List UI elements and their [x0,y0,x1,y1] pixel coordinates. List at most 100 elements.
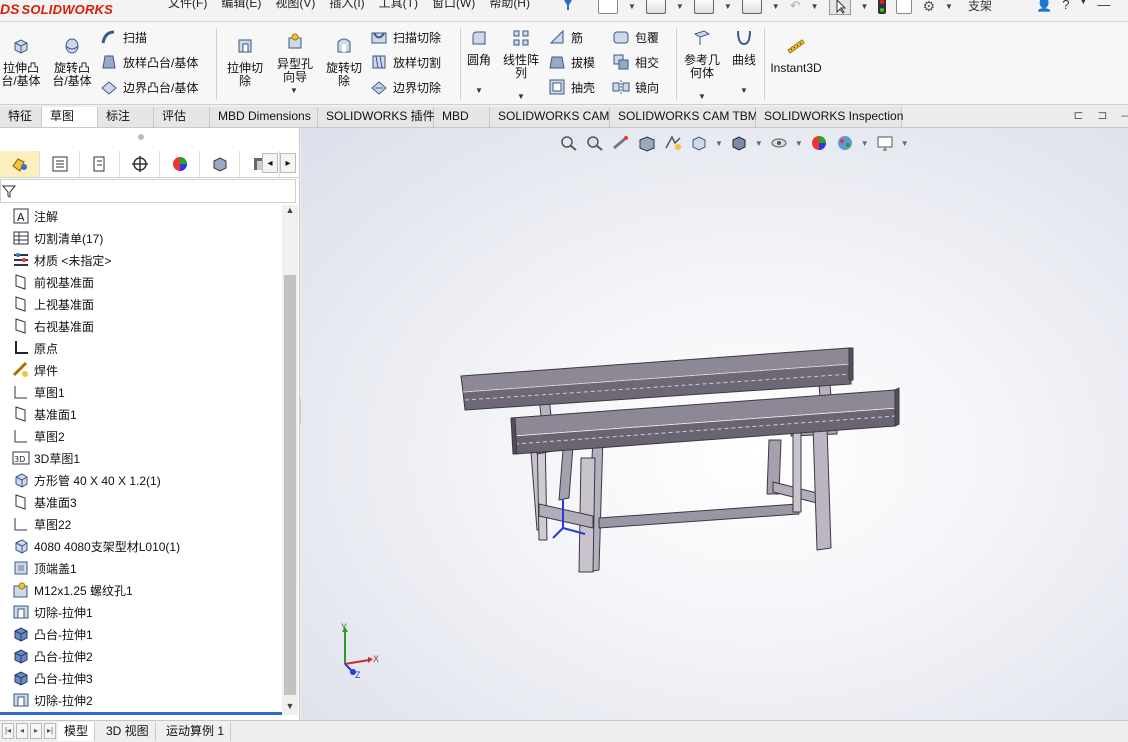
loft-boss-button[interactable]: 放样凸台/基体 [100,53,198,71]
tree-item[interactable]: 凸台-拉伸1 [12,623,282,645]
chevron-down-icon[interactable]: ▼ [945,2,953,11]
chevron-down-icon[interactable]: ▼ [740,84,748,97]
tab-3d-view[interactable]: 3D 视图 [100,722,156,741]
tree-item[interactable]: 草图22 [12,513,282,535]
chevron-left-icon[interactable]: ◂ [262,153,278,173]
tree-item[interactable]: 材质 <未指定> [12,249,282,271]
chevron-down-icon[interactable]: ▼ [724,2,732,11]
chevron-down-icon[interactable]: ▼ [628,2,636,11]
chevron-down-icon[interactable]: ▼ [772,2,780,11]
tree-item[interactable]: 切除-拉伸1 [12,601,282,623]
chevron-down-icon[interactable]: ▼ [698,90,706,103]
sweep-button[interactable]: 扫描 [100,28,147,46]
hole-wizard-button[interactable]: 异型孔 向导 ▼ [272,32,318,95]
tab-evaluate[interactable]: 评估 [154,107,210,127]
display-manager-tab[interactable] [160,150,200,177]
scroll-up-icon[interactable]: ▲ [282,205,298,219]
fillet-button[interactable]: 圆角 ▼ [464,28,494,95]
minimize-icon[interactable]: – [1121,108,1128,122]
curves-button[interactable]: 曲线 ▼ [728,28,760,95]
gear-icon[interactable]: ⚙ [922,0,935,15]
boundary-boss-button[interactable]: 边界凸台/基体 [100,78,198,96]
tab-solidworks-inspection[interactable]: SOLIDWORKS Inspection [756,107,903,127]
cam-feature-tree-tab[interactable] [200,150,240,177]
save-icon[interactable] [693,0,714,14]
revolve-boss-button[interactable]: 旋转凸 台/基体 [50,36,94,88]
tab-solidworks-cam[interactable]: SOLIDWORKS CAM [490,107,610,127]
chevron-down-icon[interactable]: ▼ [1079,0,1087,13]
tree-item[interactable]: 切除-拉伸2 [12,689,282,711]
mirror-button[interactable]: 镜向 [612,78,659,96]
tree-item[interactable]: 原点 [12,337,282,359]
reference-geometry-button[interactable]: 参考几 何体 ▼ [680,28,724,101]
tree-item[interactable]: 草图1 [12,381,282,403]
tab-solidworks-addins[interactable]: SOLIDWORKS 插件 [318,107,435,127]
graphics-area[interactable]: ▼ ▼ ▼ ▼ ▼ Y X Z [301,128,1128,720]
extrude-boss-button[interactable]: 拉伸凸 台/基体 [0,36,42,88]
wrap-button[interactable]: 包覆 [612,28,659,46]
chevron-down-icon[interactable]: ▼ [811,2,819,11]
tab-mbd-dimensions[interactable]: MBD Dimensions [210,107,318,127]
tab-solidworks-cam-tbm[interactable]: SOLIDWORKS CAM TBM [610,107,758,127]
swept-cut-button[interactable]: 扫描切除 [370,28,441,46]
chevron-right-icon[interactable]: ▸ [280,153,296,173]
chevron-down-icon[interactable]: ▼ [861,2,869,11]
tab-markup[interactable]: 标注 [98,107,154,127]
lofted-cut-button[interactable]: 放样切割 [370,53,441,71]
menu-view[interactable]: 视图(V) [275,0,315,10]
tree-item[interactable]: 基准面1 [12,403,282,425]
menu-help[interactable]: 帮助(H) [489,0,530,10]
menu-file[interactable]: 文件(F) [168,0,207,10]
solidworks-logo[interactable]: DS SOLIDWORKS [0,0,140,18]
scroll-down-icon[interactable]: ▼ [282,701,298,715]
tree-filter[interactable] [0,179,296,203]
tree-item[interactable]: 顶端盖1 [12,557,282,579]
tree-item[interactable]: 草图2 [12,425,282,447]
tree-item[interactable]: 3D 3D草图1 [12,447,282,469]
first-tab-icon[interactable]: |◂ [2,723,14,739]
tree-item[interactable]: 凸台-拉伸3 [12,667,282,689]
open-icon[interactable] [645,0,666,14]
tab-model[interactable]: 模型 [58,722,96,741]
chevron-down-icon[interactable]: ▼ [517,90,525,103]
menu-window[interactable]: 窗口(W) [432,0,475,10]
tree-item[interactable]: A 注解 [12,205,282,227]
undo-icon[interactable]: ↶ [790,0,801,14]
prev-tab-icon[interactable]: ◂ [16,723,28,739]
next-tab-icon[interactable]: ▸ [30,723,42,739]
tree-scrollbar[interactable]: ▲ ▼ [282,205,298,715]
select-arrow-icon[interactable] [828,0,851,15]
tab-mbd[interactable]: MBD [434,107,490,127]
shell-button[interactable]: 抽壳 [548,78,595,96]
menu-insert[interactable]: 插入(I) [329,0,364,10]
tree-item[interactable]: 4080 4080支架型材L010(1) [12,535,282,557]
tab-motion-study[interactable]: 运动算例 1 [160,722,232,741]
tree-rollback-bar[interactable] [0,712,282,715]
bracket-frame-model[interactable] [301,128,1128,720]
tab-sketch[interactable]: 草图 [42,107,98,127]
tab-features[interactable]: 特征 [0,107,42,127]
tree-item[interactable]: 切割清单(17) [12,227,282,249]
last-tab-icon[interactable]: ▸| [44,723,56,739]
print-icon[interactable] [741,0,762,14]
configuration-manager-tab[interactable] [80,150,120,177]
chevron-down-icon[interactable]: ▼ [290,84,298,97]
file-properties-icon[interactable] [896,0,913,14]
property-manager-tab[interactable] [40,150,80,177]
rebuild-icon[interactable] [878,0,887,14]
chevron-down-icon[interactable]: ▼ [676,2,684,11]
user-icon[interactable]: 👤 [1036,0,1052,13]
panel-grip[interactable] [138,134,144,140]
linear-pattern-button[interactable]: 线性阵 列 ▼ [500,28,542,101]
revolve-cut-button[interactable]: 旋转切 除 [322,36,366,88]
feature-manager-tab[interactable] [0,150,40,177]
tile-left-icon[interactable]: ⊏ [1073,108,1083,122]
pin-icon[interactable] [562,0,574,15]
chevron-down-icon[interactable]: ▼ [475,84,483,97]
scroll-thumb[interactable] [284,275,296,695]
boundary-cut-button[interactable]: 边界切除 [370,78,441,96]
menu-tools[interactable]: 工具(T) [379,0,418,10]
tree-item[interactable]: M12x1.25 螺纹孔1 [12,579,282,601]
tree-item[interactable]: 上视基准面 [12,293,282,315]
instant3d-button[interactable]: Instant3D [768,36,824,75]
